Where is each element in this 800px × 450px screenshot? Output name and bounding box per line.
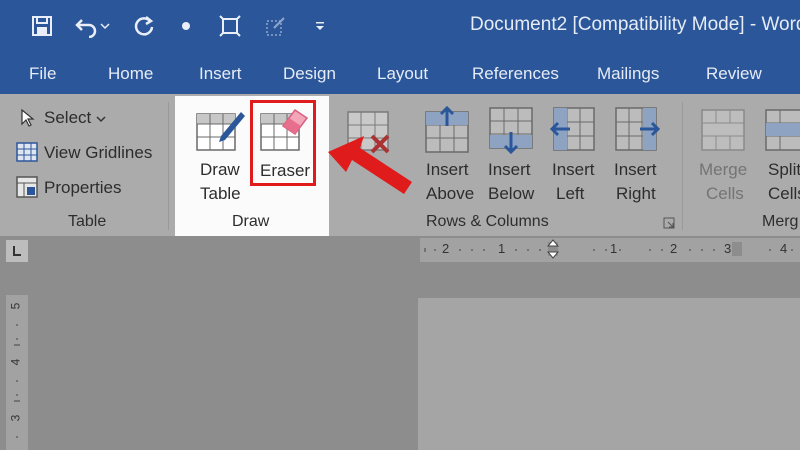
ruler-tick-label: 1 [498, 241, 506, 256]
split-cells-icon[interactable] [764, 108, 800, 157]
draw-group-label: Draw [232, 213, 270, 230]
properties-button[interactable]: Properties [44, 178, 121, 198]
vertical-ruler[interactable]: 5 4 3 [6, 295, 28, 450]
insert-right-label-2[interactable]: Right [616, 184, 656, 204]
tab-review[interactable]: Review [706, 64, 762, 84]
insert-below-label-1[interactable]: Insert [488, 160, 531, 180]
select-table-icon[interactable] [216, 12, 244, 40]
tab-selector[interactable] [6, 240, 28, 262]
insert-below-label-2[interactable]: Below [488, 184, 534, 204]
ribbon-tab-bar: File Home Insert Design Layout Reference… [0, 54, 800, 94]
insert-below-icon[interactable] [488, 106, 534, 159]
window-title: Document2 [Compatibility Mode] - Word [470, 14, 800, 35]
eraser-highlight-box [250, 100, 316, 186]
insert-right-icon[interactable] [614, 106, 661, 159]
insert-above-label-2[interactable]: Above [426, 184, 474, 204]
insert-above-icon[interactable] [424, 105, 470, 159]
insert-right-label-1[interactable]: Insert [614, 160, 657, 180]
ruler-tick-label: 3 [724, 241, 732, 256]
ruler-tick-label: 2 [670, 241, 678, 256]
tab-insert[interactable]: Insert [199, 64, 242, 84]
insert-above-label-1[interactable]: Insert [426, 160, 469, 180]
cursor-arrow-icon [18, 108, 38, 128]
tab-file[interactable]: File [29, 64, 56, 84]
tab-layout[interactable]: Layout [377, 64, 428, 84]
draw-table-icon[interactable] [262, 12, 290, 40]
draw-table-pencil-icon[interactable] [195, 106, 245, 161]
tab-design[interactable]: Design [283, 64, 336, 84]
document-page[interactable] [418, 298, 800, 450]
gridlines-icon [16, 142, 38, 167]
merge-cells-label-1[interactable]: Merge [699, 160, 747, 180]
merge-group-label: Merg [762, 213, 799, 230]
draw-table-label-1[interactable]: Draw [200, 160, 240, 180]
customize-dropdown-icon[interactable] [306, 12, 334, 40]
title-bar: Document2 [Compatibility Mode] - Word [0, 0, 800, 54]
group-divider [168, 102, 169, 230]
select-button[interactable]: Select [44, 108, 91, 128]
tab-mailings[interactable]: Mailings [597, 64, 659, 84]
tab-home[interactable]: Home [108, 64, 153, 84]
insert-left-icon[interactable] [549, 106, 596, 159]
draw-table-label-2[interactable]: Table [200, 184, 241, 204]
tab-references[interactable]: References [472, 64, 559, 84]
merge-cells-label-2[interactable]: Cells [706, 184, 744, 204]
chevron-down-icon[interactable] [95, 112, 107, 130]
insert-left-label-1[interactable]: Insert [552, 160, 595, 180]
ruler-tick-label: 1 [610, 241, 618, 256]
split-cells-label-2[interactable]: Cells [768, 184, 800, 204]
group-divider [682, 102, 683, 230]
horizontal-ruler[interactable]: 2 1 1 2 3 4 [420, 238, 800, 262]
insert-left-label-2[interactable]: Left [556, 184, 584, 204]
rows-columns-group-label: Rows & Columns [426, 213, 549, 230]
view-gridlines-button[interactable]: View Gridlines [44, 143, 152, 163]
pointer-arrow [320, 132, 420, 213]
ruler-tick-label: 4 [780, 241, 788, 256]
bullet-icon[interactable] [172, 12, 200, 40]
split-cells-label-1[interactable]: Split [768, 160, 800, 180]
redo-icon[interactable] [130, 12, 158, 40]
undo-icon[interactable] [72, 12, 100, 40]
save-icon[interactable] [28, 12, 56, 40]
ruler-tick-label: 2 [442, 241, 450, 256]
table-group-label: Table [68, 213, 107, 230]
undo-dropdown-icon[interactable] [98, 12, 112, 40]
dialog-launcher-icon[interactable] [663, 216, 675, 234]
merge-cells-icon[interactable] [700, 108, 746, 157]
properties-icon [16, 176, 38, 203]
